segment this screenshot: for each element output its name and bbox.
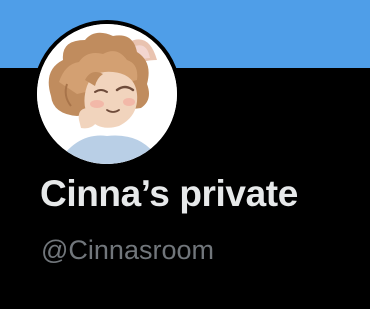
profile-display-name: Cinna’s private xyxy=(40,173,298,214)
profile-header: Cinna’s private @Cinnasroom xyxy=(0,0,370,309)
avatar-illustration-icon xyxy=(37,24,177,164)
profile-avatar[interactable] xyxy=(33,20,181,168)
profile-handle: @Cinnasroom xyxy=(41,235,214,265)
